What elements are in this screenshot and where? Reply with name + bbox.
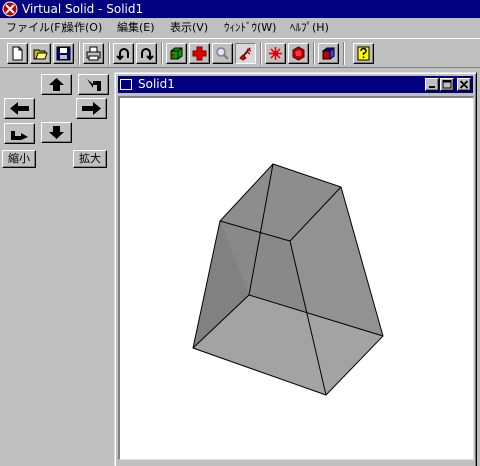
rotate-left-button[interactable] bbox=[113, 43, 134, 64]
arrow-right-icon bbox=[82, 102, 101, 115]
zoom-tool-button[interactable] bbox=[212, 43, 233, 64]
menu-bar: ファイル(F) 操作(O) 編集(E) 表示(V) ｳｨﾝﾄﾞｳ(W) ﾍﾙﾌﾟ… bbox=[0, 18, 480, 37]
open-button[interactable] bbox=[30, 43, 51, 64]
child-window: Solid1 bbox=[114, 72, 477, 466]
polyhedron-button[interactable] bbox=[288, 43, 309, 64]
add-button[interactable] bbox=[189, 43, 210, 64]
arrow-down-icon bbox=[49, 126, 64, 139]
rotate-left-icon bbox=[116, 48, 129, 61]
move-up-button[interactable] bbox=[41, 74, 72, 95]
turn-arrow-icon bbox=[11, 131, 28, 140]
toolbar-separator bbox=[343, 42, 345, 65]
eraser-icon bbox=[239, 47, 252, 61]
red-cross-icon bbox=[192, 46, 207, 61]
toolbar-separator bbox=[313, 42, 315, 65]
save-button[interactable] bbox=[53, 43, 74, 64]
new-file-button[interactable] bbox=[7, 43, 28, 64]
red-polyhedron-icon bbox=[292, 46, 305, 61]
rotate-right-button[interactable] bbox=[136, 43, 157, 64]
minimize-button[interactable] bbox=[425, 78, 439, 91]
navigation-panel: 縮小 拡大 bbox=[0, 70, 112, 466]
move-down-button[interactable] bbox=[41, 122, 72, 143]
new-file-icon bbox=[12, 46, 23, 61]
arrow-left-icon bbox=[10, 102, 29, 115]
toolbar-separator bbox=[78, 42, 80, 65]
toolbar-separator bbox=[161, 42, 163, 65]
3d-viewport[interactable] bbox=[118, 96, 474, 460]
turn-arrow-icon bbox=[87, 79, 101, 91]
blue-cube-icon bbox=[321, 47, 335, 60]
toolbar-separator bbox=[108, 42, 110, 65]
app-title: Virtual Solid - Solid1 bbox=[22, 2, 144, 16]
maximize-button[interactable] bbox=[440, 78, 454, 91]
cut-tool-button[interactable] bbox=[235, 43, 256, 64]
arrow-up-icon bbox=[49, 78, 64, 91]
menu-file[interactable]: ファイル(F) bbox=[6, 19, 65, 36]
green-box-icon bbox=[170, 47, 183, 60]
solid-model[interactable] bbox=[120, 98, 474, 460]
close-button[interactable] bbox=[457, 78, 471, 91]
menu-view[interactable]: 表示(V) bbox=[170, 19, 208, 36]
print-icon bbox=[86, 46, 101, 61]
menu-window[interactable]: ｳｨﾝﾄﾞｳ(W) bbox=[224, 19, 276, 36]
app-logo-icon bbox=[2, 1, 18, 17]
menu-help[interactable]: ﾍﾙﾌﾟ(H) bbox=[290, 19, 329, 36]
print-button[interactable] bbox=[83, 43, 104, 64]
rotate-back-button[interactable] bbox=[78, 74, 109, 95]
child-window-title: Solid1 bbox=[138, 77, 175, 91]
cube-button[interactable] bbox=[318, 43, 339, 64]
toolbar-separator bbox=[260, 42, 262, 65]
vertex-button[interactable] bbox=[265, 43, 286, 64]
app-titlebar: Virtual Solid - Solid1 bbox=[0, 0, 480, 18]
menu-operation[interactable]: 操作(O) bbox=[63, 19, 102, 36]
magnifier-icon bbox=[216, 47, 229, 60]
move-left-button[interactable] bbox=[4, 98, 35, 119]
solid-button[interactable] bbox=[166, 43, 187, 64]
rotate-forward-button[interactable] bbox=[4, 123, 35, 144]
minimize-icon bbox=[429, 86, 435, 88]
zoom-in-button[interactable]: 拡大 bbox=[73, 150, 107, 168]
move-right-button[interactable] bbox=[76, 98, 107, 119]
document-icon bbox=[120, 79, 132, 90]
red-star-icon bbox=[269, 47, 282, 60]
save-disk-icon bbox=[56, 46, 71, 61]
open-folder-icon bbox=[33, 49, 48, 60]
close-icon bbox=[459, 80, 469, 89]
zoom-out-button[interactable]: 縮小 bbox=[2, 150, 36, 168]
toolbar bbox=[0, 38, 480, 68]
maximize-icon bbox=[442, 80, 452, 89]
rotate-right-icon bbox=[141, 48, 154, 61]
help-question-icon bbox=[357, 46, 370, 61]
help-button[interactable] bbox=[353, 43, 374, 64]
menu-edit[interactable]: 編集(E) bbox=[117, 19, 155, 36]
child-window-titlebar[interactable]: Solid1 bbox=[118, 76, 473, 93]
